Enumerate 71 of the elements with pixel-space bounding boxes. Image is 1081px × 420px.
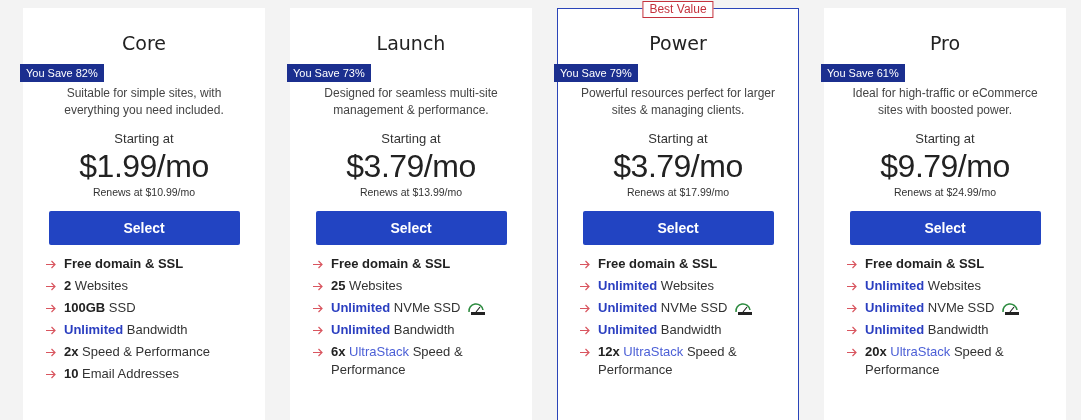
feature-text: Free domain & SSL bbox=[598, 255, 718, 273]
renewal-price: Renews at $17.99/mo bbox=[626, 186, 730, 198]
starting-label: Starting at bbox=[381, 131, 441, 146]
feature-text: Unlimited Bandwidth bbox=[64, 321, 188, 339]
feature-text: Unlimited Bandwidth bbox=[331, 321, 455, 339]
feature-text: Free domain & SSL bbox=[865, 255, 985, 273]
feature-text: Free domain & SSL bbox=[64, 255, 184, 273]
arrow-icon bbox=[46, 282, 56, 291]
arrow-icon bbox=[313, 282, 323, 291]
feature-text: Unlimited NVMe SSD bbox=[598, 299, 754, 317]
plan-description: Suitable for simple sites, with everything you need included. bbox=[63, 85, 225, 119]
plan-name: Power bbox=[649, 31, 707, 55]
plan-price: $9.79/mo bbox=[880, 147, 1010, 186]
feature-text: 20x UltraStack Speed & Performance bbox=[865, 343, 1005, 379]
arrow-icon bbox=[580, 326, 590, 335]
feature-text: Unlimited Bandwidth bbox=[865, 321, 989, 339]
plan-price: $1.99/mo bbox=[79, 147, 209, 186]
feature-text: Unlimited Websites bbox=[865, 277, 982, 295]
feature-text: 2x Speed & Performance bbox=[64, 343, 210, 361]
savings-badge: You Save 61% bbox=[821, 64, 905, 82]
plan-price: $3.79/mo bbox=[346, 147, 476, 186]
feature-text: 100GB SSD bbox=[64, 299, 136, 317]
plan-price: $3.79/mo bbox=[613, 147, 743, 186]
savings-badge: You Save 73% bbox=[287, 64, 371, 82]
renewal-price: Renews at $24.99/mo bbox=[893, 186, 997, 198]
feature-text: Free domain & SSL bbox=[331, 255, 451, 273]
plan-name: Core bbox=[122, 31, 166, 55]
arrow-icon bbox=[580, 260, 590, 269]
feature-text: 6x UltraStack Speed & Performance bbox=[331, 343, 464, 379]
starting-label: Starting at bbox=[648, 131, 708, 146]
feature-text: Unlimited Websites bbox=[598, 277, 715, 295]
plan-description: Designed for seamless multi-site management & performance. bbox=[323, 85, 499, 119]
arrow-icon bbox=[313, 326, 323, 335]
plan-description: Ideal for high-traffic or eCommerce sites with boosted power. bbox=[851, 85, 1039, 119]
feature-text: Unlimited Bandwidth bbox=[598, 321, 722, 339]
plan-name: Launch bbox=[376, 31, 446, 55]
arrow-icon bbox=[46, 326, 56, 335]
arrow-icon bbox=[847, 326, 857, 335]
feature-text: Unlimited NVMe SSD bbox=[331, 299, 487, 317]
feature-text: Unlimited NVMe SSD bbox=[865, 299, 1021, 317]
plan-description: Powerful resources perfect for larger sites & managing clients. bbox=[579, 85, 777, 119]
arrow-icon bbox=[313, 304, 323, 313]
plan-name: Pro bbox=[929, 31, 961, 55]
feature-text: 10 Email Addresses bbox=[64, 365, 179, 383]
arrow-icon bbox=[847, 260, 857, 269]
feature-text: 12x UltraStack Speed & Performance bbox=[598, 343, 738, 379]
select-button[interactable]: Select bbox=[48, 211, 240, 245]
arrow-icon bbox=[46, 348, 56, 357]
renewal-price: Renews at $13.99/mo bbox=[359, 186, 463, 198]
savings-badge: You Save 82% bbox=[20, 64, 104, 82]
arrow-icon bbox=[580, 348, 590, 357]
arrow-icon bbox=[313, 260, 323, 269]
arrow-icon bbox=[580, 282, 590, 291]
select-button[interactable]: Select bbox=[315, 211, 507, 245]
select-button[interactable]: Select bbox=[582, 211, 774, 245]
starting-label: Starting at bbox=[915, 131, 975, 146]
arrow-icon bbox=[46, 304, 56, 313]
best-value-tag: Best Value bbox=[642, 1, 714, 18]
arrow-icon bbox=[847, 348, 857, 357]
arrow-icon bbox=[46, 370, 56, 379]
arrow-icon bbox=[847, 282, 857, 291]
renewal-price: Renews at $10.99/mo bbox=[92, 186, 196, 198]
arrow-icon bbox=[46, 260, 56, 269]
starting-label: Starting at bbox=[114, 131, 174, 146]
arrow-icon bbox=[580, 304, 590, 313]
savings-badge: You Save 79% bbox=[554, 64, 638, 82]
arrow-icon bbox=[313, 348, 323, 357]
select-button[interactable]: Select bbox=[849, 211, 1041, 245]
arrow-icon bbox=[847, 304, 857, 313]
feature-text: 25 Websites bbox=[331, 277, 403, 295]
feature-text: 2 Websites bbox=[64, 277, 129, 295]
